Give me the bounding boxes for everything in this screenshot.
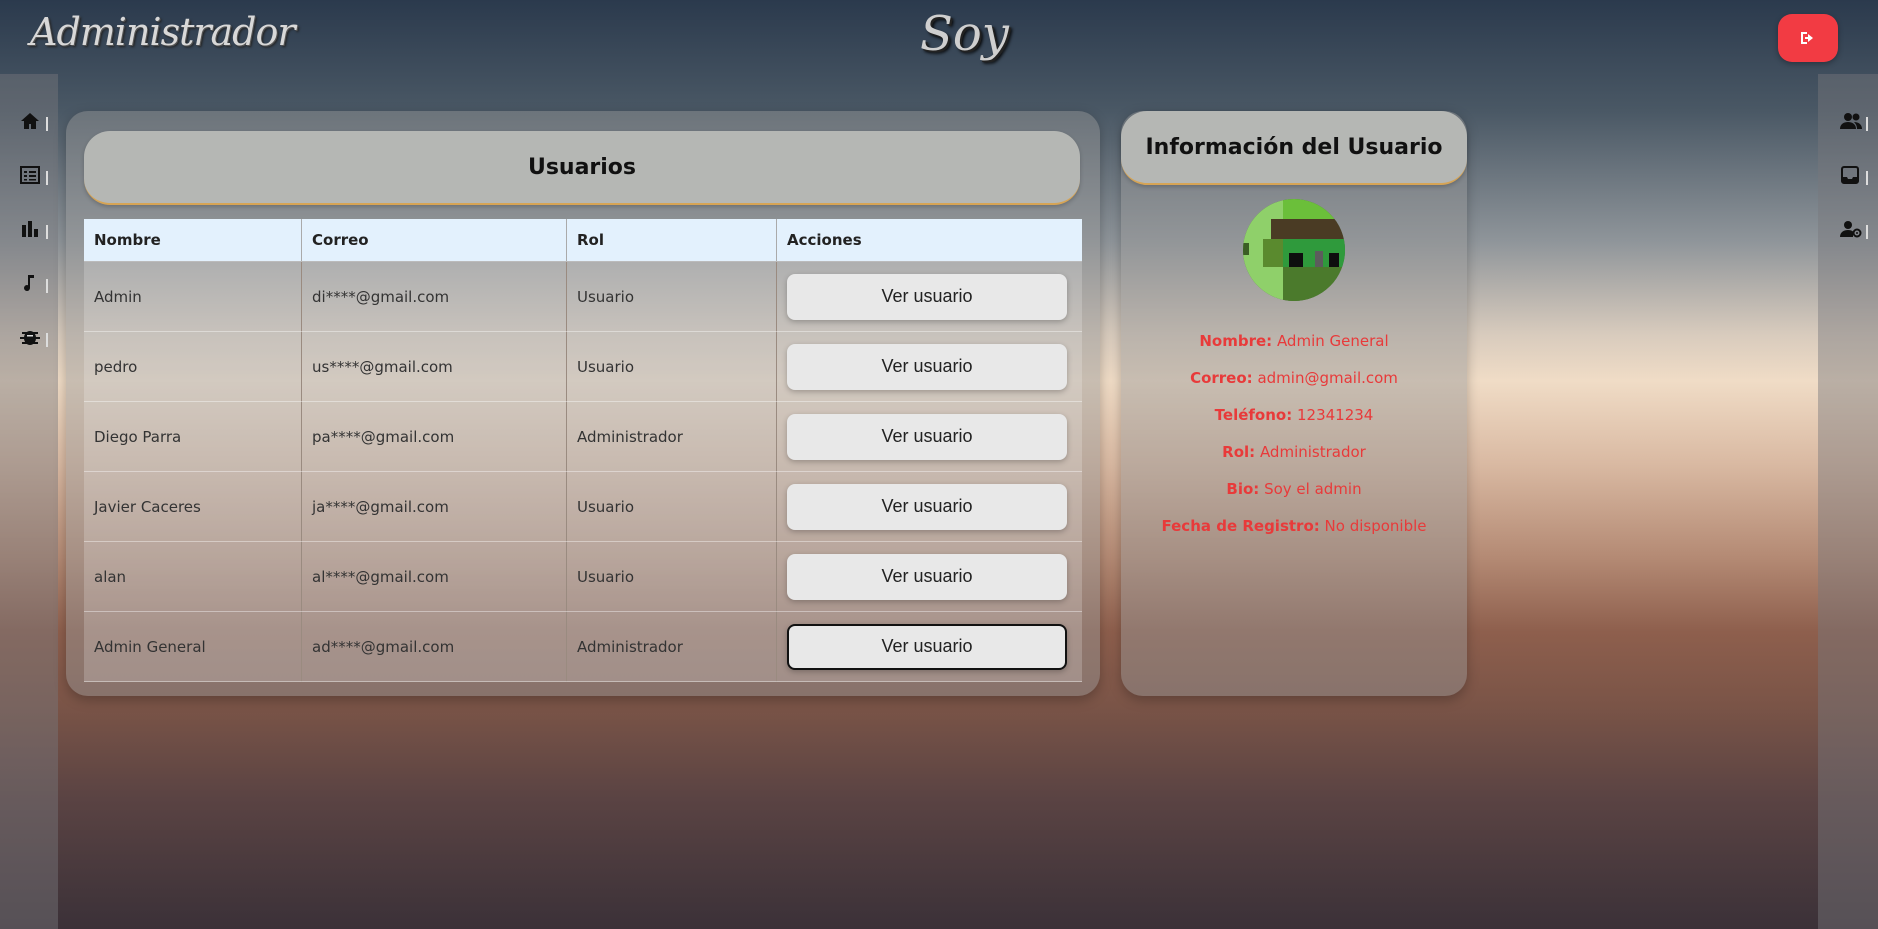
user-settings-icon[interactable] (1840, 219, 1868, 243)
cell-email: ad****@gmail.com (301, 611, 567, 682)
view-user-button[interactable]: Ver usuario (787, 273, 1067, 320)
bug-icon[interactable] (20, 327, 48, 351)
users-table: Nombre Correo Rol Acciones Admin di****@… (84, 219, 1082, 682)
cell-actions: Ver usuario (776, 471, 1082, 542)
cell-role: Usuario (566, 471, 777, 542)
cell-actions: Ver usuario (776, 331, 1082, 402)
home-icon[interactable] (20, 111, 48, 135)
view-user-button[interactable]: Ver usuario (787, 483, 1067, 530)
brand-title: Administrador (30, 10, 296, 54)
info-field-telefono: Teléfono: 12341234 (1214, 406, 1374, 424)
users-icon[interactable] (1840, 111, 1868, 135)
view-user-button[interactable]: Ver usuario (787, 623, 1067, 670)
cell-role: Administrador (566, 611, 777, 682)
music-note-icon[interactable] (20, 273, 48, 297)
cell-name: Admin (84, 261, 302, 332)
cell-email: di****@gmail.com (301, 261, 567, 332)
right-sidebar (1818, 74, 1878, 929)
view-user-button[interactable]: Ver usuario (787, 413, 1067, 460)
info-title: Información del Usuario (1121, 111, 1467, 185)
column-header-nombre: Nombre (84, 219, 302, 262)
info-fields: Nombre: Admin General Correo: admin@gmai… (1121, 323, 1467, 545)
info-field-correo: Correo: admin@gmail.com (1190, 369, 1398, 387)
cell-name: Javier Caceres (84, 471, 302, 542)
info-field-rol: Rol: Administrador (1222, 443, 1366, 461)
cell-email: ja****@gmail.com (301, 471, 567, 542)
inbox-icon[interactable] (1840, 165, 1868, 189)
bar-chart-icon[interactable] (20, 219, 48, 243)
view-user-button[interactable]: Ver usuario (787, 343, 1067, 390)
cell-name: Diego Parra (84, 401, 302, 472)
cell-role: Administrador (566, 401, 777, 472)
cell-role: Usuario (566, 261, 777, 332)
cell-email: us****@gmail.com (301, 331, 567, 402)
cell-email: pa****@gmail.com (301, 401, 567, 472)
cell-actions: Ver usuario (776, 541, 1082, 612)
users-title: Usuarios (84, 131, 1080, 205)
sign-out-icon (1801, 32, 1813, 44)
table-row: pedro us****@gmail.com Usuario Ver usuar… (84, 331, 1082, 402)
info-field-nombre: Nombre: Admin General (1199, 332, 1389, 350)
table-row: Diego Parra pa****@gmail.com Administrad… (84, 401, 1082, 472)
cell-email: al****@gmail.com (301, 541, 567, 612)
table-row: Admin di****@gmail.com Usuario Ver usuar… (84, 261, 1082, 332)
table-row: Javier Caceres ja****@gmail.com Usuario … (84, 471, 1082, 542)
avatar (1243, 199, 1345, 301)
cell-name: Admin General (84, 611, 302, 682)
cell-actions: Ver usuario (776, 261, 1082, 332)
column-header-correo: Correo (301, 219, 567, 262)
logout-button[interactable] (1778, 14, 1838, 62)
column-header-acciones: Acciones (776, 219, 1082, 262)
top-bar: Administrador Soy (0, 0, 1878, 74)
cell-role: Usuario (566, 541, 777, 612)
left-sidebar (0, 74, 58, 929)
info-field-fecha-registro: Fecha de Registro: No disponible (1161, 517, 1427, 535)
cell-role: Usuario (566, 331, 777, 402)
users-panel: Usuarios Nombre Correo Rol Acciones Admi… (66, 111, 1100, 696)
center-title: Soy (920, 6, 1009, 62)
cell-name: alan (84, 541, 302, 612)
table-header-row: Nombre Correo Rol Acciones (84, 219, 1082, 262)
column-header-rol: Rol (566, 219, 777, 262)
table-row: alan al****@gmail.com Usuario Ver usuari… (84, 541, 1082, 612)
info-field-bio: Bio: Soy el admin (1226, 480, 1362, 498)
cell-actions: Ver usuario (776, 401, 1082, 472)
view-user-button[interactable]: Ver usuario (787, 553, 1067, 600)
cell-name: pedro (84, 331, 302, 402)
user-info-panel: Información del Usuario Nombre: Admin Ge… (1121, 111, 1467, 696)
cell-actions: Ver usuario (776, 611, 1082, 682)
list-icon[interactable] (20, 165, 48, 189)
table-row: Admin General ad****@gmail.com Administr… (84, 611, 1082, 682)
